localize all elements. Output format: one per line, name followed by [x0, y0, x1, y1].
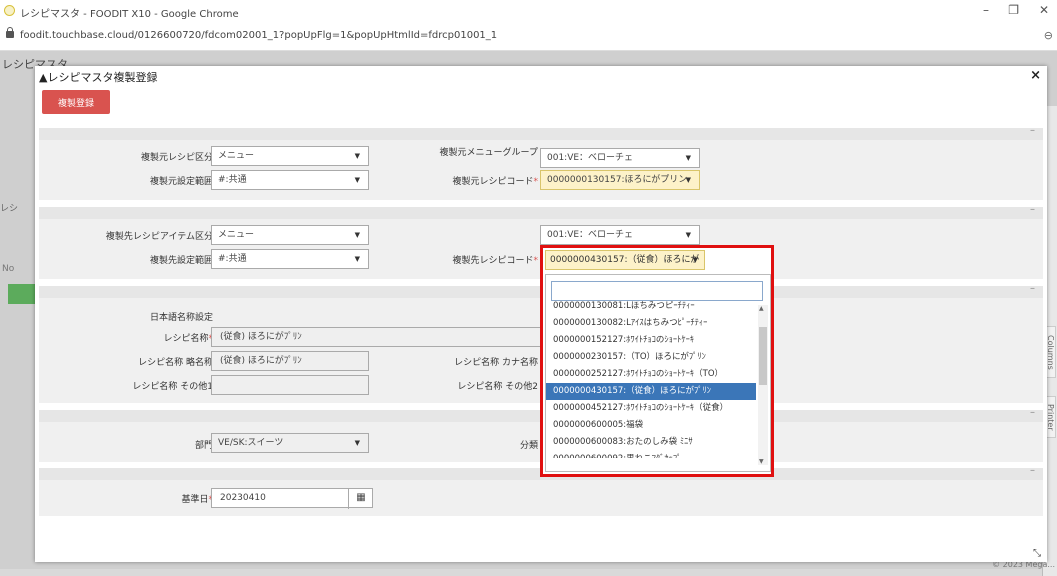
lock-icon [6, 27, 14, 38]
browser-title-bar: レシピマスタ - FOODIT X10 - Google Chrome – ❐ … [0, 0, 1057, 22]
source-recipe-code-select[interactable]: 0000000130157:ほろにがプリン ▼ [540, 170, 700, 190]
target-recipe-item-type-select[interactable]: メニュー ▼ [211, 225, 369, 245]
source-section: 複製元レシピ区分 メニュー ▼ 複製元メニューグループ 001:VE：ベローチェ ▼… [39, 140, 1043, 200]
chevron-down-icon: ▼ [685, 231, 691, 239]
chevron-down-icon: ▼ [354, 255, 360, 263]
target-scope-select[interactable]: #:共通 ▼ [211, 249, 369, 269]
dropdown-panel: 0000000130081:Lほちみつピｰﾁﾃｨｰ 0000000130082:L… [545, 274, 771, 472]
dropdown-scrollbar[interactable]: ▲ ▼ [758, 305, 768, 465]
scroll-up-icon: ▲ [759, 305, 764, 312]
background-label-no: No [2, 264, 15, 274]
url-text[interactable]: foodit.touchbase.cloud/0126600720/fdcom0… [20, 30, 497, 41]
dropdown-option[interactable]: 0000000600083:おたのしみ袋 ﾐﾆｻ [546, 434, 756, 451]
collapse-icon[interactable]: – [1030, 283, 1035, 294]
source-recipe-type-label: 複製元レシピ区分 [140, 153, 213, 163]
address-bar[interactable]: foodit.touchbase.cloud/0126600720/fdcom0… [0, 22, 1057, 51]
collapse-icon[interactable]: – [1030, 407, 1035, 418]
source-menu-group-label: 複製元メニューグループ [439, 148, 538, 158]
dropdown-option[interactable]: 0000000130082:Lｱｲｽはちみつﾋﾟｰﾁﾃｨｰ [546, 315, 756, 332]
target-recipe-code-label: 複製先レシピコード* [452, 256, 538, 266]
recipe-name-label: レシピ名称* [163, 334, 213, 344]
source-scope-label: 複製元設定範囲 [149, 177, 213, 187]
section1-header[interactable]: – [39, 125, 1043, 140]
target-recipe-code-select[interactable]: 0000000430157:（従食）ほろにが ▼ [545, 250, 705, 270]
source-menu-group-select[interactable]: 001:VE：ベローチェ ▼ [540, 148, 700, 168]
background-green-button [8, 284, 36, 304]
recipe-kana-name-label: レシピ名称 カナ名称 [454, 358, 538, 368]
chevron-down-icon: ▼ [354, 152, 360, 160]
scroll-down-icon: ▼ [759, 458, 764, 465]
collapse-icon[interactable]: – [1030, 125, 1035, 136]
base-date-section: 基準日* 20230410 ▦ [39, 480, 1043, 516]
dropdown-option[interactable]: 0000000230157:（TO）ほろにがﾌﾟﾘﾝ [546, 349, 756, 366]
zoom-icon[interactable]: ⊖ [1044, 29, 1053, 42]
recipe-other2-label: レシピ名称 その他2 [457, 382, 538, 392]
recipe-code-dropdown[interactable]: 0000000430157:（従食）ほろにが ▼ 0000000130081:Lほ… [540, 245, 774, 477]
source-scope-select[interactable]: #:共通 ▼ [211, 170, 369, 190]
modal-header: ▲レシピマスタ複製登録 × [35, 66, 1047, 86]
base-date-label: 基準日* [181, 495, 213, 505]
app-favicon-icon [4, 5, 15, 16]
base-date-field[interactable]: 20230410 ▦ [211, 488, 373, 509]
modal-close-button[interactable]: × [1030, 68, 1041, 83]
recipe-short-name-label: レシピ名称 略名称 [138, 358, 213, 368]
recipe-other1-label: レシピ名称 その他1 [132, 382, 213, 392]
copy-register-button[interactable]: 複製登録 [42, 90, 110, 114]
calendar-icon[interactable]: ▦ [348, 489, 373, 509]
chevron-down-icon: ▼ [685, 154, 691, 162]
dropdown-option[interactable]: 0000000252127:ﾎﾜｲﾄﾁｮｺのｼｮｰﾄｹｰｷ（TO） [546, 366, 756, 383]
chevron-down-icon: ▼ [692, 256, 698, 264]
chevron-down-icon: ▼ [354, 439, 360, 447]
close-window-button[interactable]: ✕ [1039, 3, 1049, 17]
collapse-icon[interactable]: – [1030, 465, 1035, 476]
scroll-thumb[interactable] [759, 327, 767, 385]
chevron-down-icon: ▼ [685, 176, 691, 184]
minimize-button[interactable]: – [983, 3, 989, 17]
dropdown-option[interactable]: 0000000130081:Lほちみつピｰﾁﾃｨｰ [546, 298, 756, 315]
background-label: レシ [0, 204, 19, 214]
window-title: レシピマスタ - FOODIT X10 - Google Chrome [20, 9, 239, 20]
dropdown-option[interactable]: 0000000430157:（従食）ほろにがﾌﾟﾘﾝ [546, 383, 756, 400]
recipe-name-field[interactable]: (従食) ほろにがﾌﾟﾘﾝ [211, 327, 541, 347]
source-recipe-type-select[interactable]: メニュー ▼ [211, 146, 369, 166]
target-recipe-item-type-label: 複製先レシピアイテム区分 [105, 232, 213, 242]
recipe-short-name-field[interactable]: (従食) ほろにがﾌﾟﾘﾝ [211, 351, 369, 371]
recipe-other1-field[interactable] [211, 375, 369, 395]
japanese-name-setting-label: 日本語名称設定 [149, 313, 213, 323]
dropdown-option[interactable]: 0000000600005:福袋 [546, 417, 756, 434]
chevron-down-icon: ▼ [354, 231, 360, 239]
resize-handle-icon[interactable]: ⤡ [1033, 548, 1041, 559]
modal-title[interactable]: ▲レシピマスタ複製登録 [39, 69, 157, 85]
dropdown-option[interactable]: 0000000452127:ﾎﾜｲﾄﾁｮｺのｼｮｰﾄｹｰｷ（従食） [546, 400, 756, 417]
section2-header[interactable]: – [39, 204, 1043, 219]
restore-button[interactable]: ❐ [1008, 3, 1019, 17]
collapse-icon[interactable]: – [1030, 204, 1035, 215]
chevron-down-icon: ▼ [354, 176, 360, 184]
target-scope-label: 複製先設定範囲 [149, 256, 213, 266]
category-label: 分類 [519, 441, 538, 451]
target-menu-group-select[interactable]: 001:VE：ベローチェ ▼ [540, 225, 700, 245]
department-select[interactable]: VE/SK:スイーツ ▼ [211, 433, 369, 453]
dropdown-option[interactable]: 0000000152127:ﾎﾜｲﾄﾁｮｺのｼｮｰﾄｹｰｷ [546, 332, 756, 349]
dropdown-option[interactable]: 0000000600092:黒ねこﾏｸﾞｶｯﾌﾟ [546, 451, 756, 458]
source-recipe-code-label: 複製元レシピコード* [452, 177, 538, 187]
dropdown-option-list: 0000000130081:Lほちみつピｰﾁﾃｨｰ 0000000130082:L… [546, 298, 756, 458]
